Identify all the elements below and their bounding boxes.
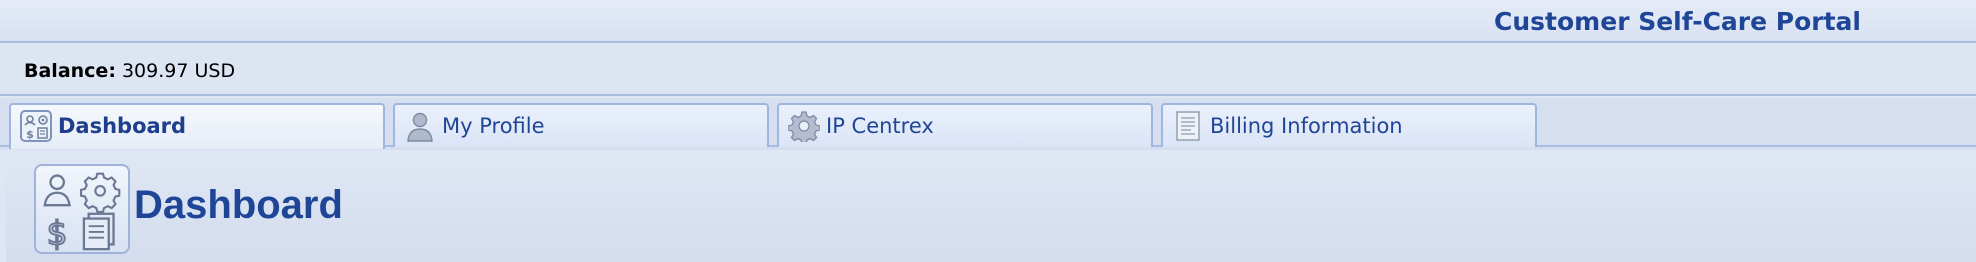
balance-value: 309.97 USD (121, 60, 236, 82)
gear-icon (788, 111, 820, 142)
tab-ip-centrex-label: IP Centrex (826, 114, 934, 138)
balance-display: Balance: 309.97 USD (24, 60, 235, 82)
tab-my-profile[interactable]: My Profile (393, 103, 769, 147)
dashboard-icon: $ (20, 110, 52, 142)
tab-dashboard[interactable]: $ Dashboard (9, 103, 385, 149)
tab-my-profile-label: My Profile (442, 114, 545, 138)
tab-billing-information[interactable]: Billing Information (1161, 103, 1537, 147)
portal-header: Customer Self-Care Portal (0, 0, 1976, 43)
balance-label: Balance: (24, 60, 116, 82)
svg-text:$: $ (47, 214, 68, 252)
tab-ip-centrex[interactable]: IP Centrex (777, 103, 1153, 147)
user-profile-icon (407, 112, 433, 142)
billing-document-icon (1176, 111, 1200, 141)
page-title: Dashboard (134, 183, 343, 227)
balance-bar: Balance: 309.97 USD (0, 45, 1976, 96)
tab-billing-information-label: Billing Information (1210, 114, 1403, 138)
dashboard-large-icon: $ (34, 164, 130, 254)
portal-page: Customer Self-Care Portal Balance: 309.9… (0, 0, 1976, 262)
svg-text:$: $ (26, 128, 34, 141)
tab-dashboard-label: Dashboard (58, 114, 187, 138)
portal-title: Customer Self-Care Portal (1494, 7, 1861, 36)
